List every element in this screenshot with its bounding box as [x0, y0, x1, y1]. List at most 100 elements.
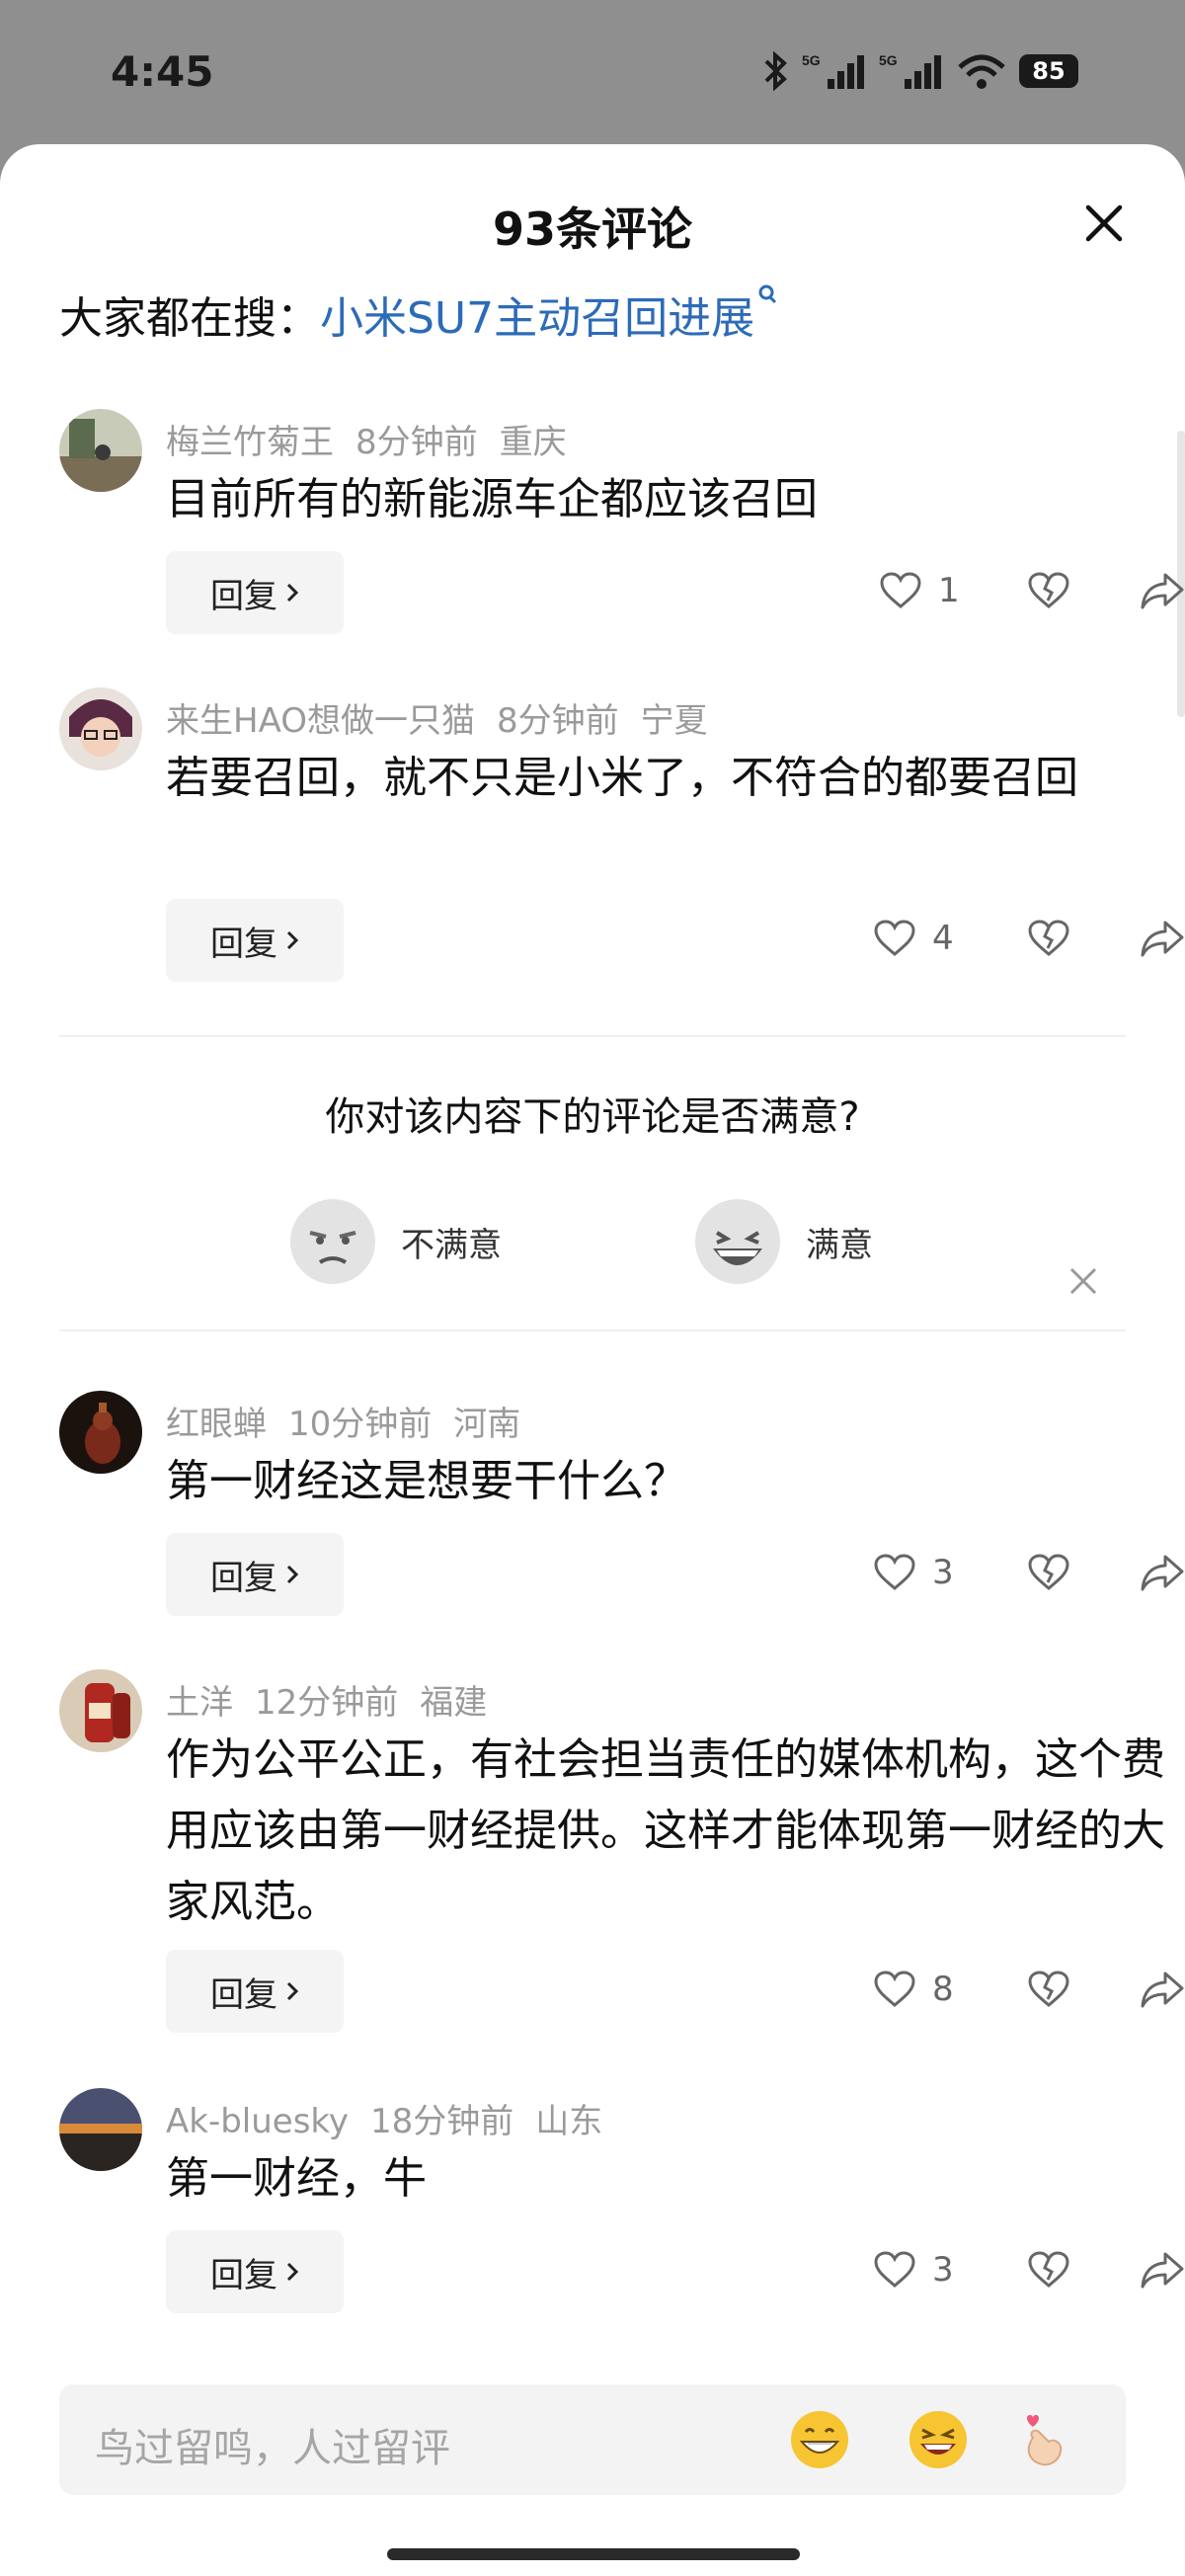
chevron-right-icon: [286, 930, 299, 950]
like-button[interactable]: 8: [873, 1970, 954, 2009]
username[interactable]: 来生HAO想做一只猫: [166, 701, 475, 741]
share-icon[interactable]: [1140, 919, 1185, 958]
broken-heart-icon[interactable]: [1027, 571, 1070, 610]
username[interactable]: 土洋: [166, 1683, 233, 1723]
reply-button[interactable]: 回复: [166, 1533, 344, 1616]
laughing-emoji-icon[interactable]: [907, 2408, 970, 2471]
svg-text:5G: 5G: [879, 52, 898, 68]
status-time: 4:45: [111, 47, 214, 96]
comment-actions: 回复 4: [166, 899, 1185, 982]
home-indicator[interactable]: [387, 2548, 800, 2560]
divider: [59, 1035, 1126, 1037]
avatar[interactable]: [59, 409, 142, 492]
comment-location: 宁夏: [640, 701, 708, 741]
comment-input[interactable]: 鸟过留鸣，人过留评: [59, 2384, 1126, 2495]
like-button[interactable]: 3: [873, 2250, 954, 2290]
comment-location: 河南: [453, 1405, 521, 1444]
close-survey-icon[interactable]: [1066, 1264, 1100, 1298]
share-icon[interactable]: [1140, 571, 1185, 610]
comment-text: 若要召回，就不只是小米了，不符合的都要召回: [166, 753, 1078, 803]
reply-button[interactable]: 回复: [166, 899, 344, 982]
comment-actions: 回复 1: [166, 551, 1185, 634]
comment-time: 18分钟前: [370, 2102, 514, 2141]
username[interactable]: 梅兰竹菊王: [166, 423, 334, 462]
comment-location: 福建: [420, 1683, 488, 1723]
comment-meta: 梅兰竹菊王 8分钟前 重庆: [166, 415, 589, 463]
share-icon[interactable]: [1140, 2250, 1185, 2290]
grin-emoji-icon[interactable]: [788, 2408, 851, 2471]
comment-text: 作为公平公正，有社会担当责任的媒体机构，这个费用应该由第一财经提供。这样才能体现…: [166, 1734, 1165, 1927]
like-count: 3: [932, 2250, 954, 2290]
trending-search: 大家都在搜：小米SU7主动召回进展: [59, 282, 780, 346]
avatar[interactable]: [59, 1669, 142, 1752]
cellular-signal-2-icon: 5G: [879, 52, 941, 89]
comment-actions: 回复 8: [166, 1950, 1185, 2033]
battery-indicator: 85: [1019, 54, 1078, 88]
like-count: 4: [932, 919, 954, 958]
survey-option-satisfied[interactable]: 满意: [693, 1197, 873, 1286]
comment-meta: 土洋 12分钟前 福建: [166, 1675, 509, 1724]
comment-meta: 红眼蝉 10分钟前 河南: [166, 1397, 542, 1445]
trending-search-link[interactable]: 小米SU7主动召回进展: [320, 284, 780, 344]
broken-heart-icon[interactable]: [1027, 1970, 1070, 2009]
close-icon[interactable]: [1082, 201, 1126, 245]
heart-icon: [874, 920, 915, 956]
search-icon: [758, 284, 777, 304]
comment-sheet: 93条评论 大家都在搜：小米SU7主动召回进展 梅兰竹菊王 8分钟前 重庆 目前所有…: [0, 144, 1185, 2576]
chevron-right-icon: [286, 583, 299, 603]
like-count: 8: [932, 1970, 954, 2009]
like-count: 3: [932, 1553, 954, 1592]
like-button[interactable]: 3: [873, 1553, 954, 1592]
chevron-right-icon: [286, 2262, 299, 2282]
chevron-right-icon: [286, 1565, 299, 1584]
like-count: 1: [938, 571, 960, 610]
username[interactable]: 红眼蝉: [166, 1405, 267, 1444]
wifi-icon: [958, 54, 1005, 89]
cellular-signal-icon: 5G: [802, 52, 864, 89]
broken-heart-icon[interactable]: [1027, 1553, 1070, 1592]
heart-icon: [874, 1971, 915, 2007]
unamused-face-icon: [290, 1199, 375, 1284]
heart-icon: [880, 572, 921, 608]
reply-button[interactable]: 回复: [166, 1950, 344, 2033]
comment-time: 12分钟前: [255, 1683, 399, 1723]
heart-icon: [874, 2251, 915, 2288]
bluetooth-icon: [764, 51, 787, 91]
survey-question: 你对该内容下的评论是否满意?: [325, 1094, 860, 1140]
reply-button[interactable]: 回复: [166, 551, 344, 634]
username[interactable]: Ak-bluesky: [166, 2102, 349, 2141]
share-icon[interactable]: [1140, 1970, 1185, 2009]
svg-text:5G: 5G: [802, 52, 821, 68]
comment-time: 8分钟前: [356, 423, 478, 462]
avatar[interactable]: [59, 1391, 142, 1474]
comment-text: 第一财经，牛: [166, 2153, 427, 2204]
comment-location: 山东: [535, 2102, 603, 2141]
chevron-right-icon: [286, 1981, 299, 2001]
comment-text: 目前所有的新能源车企都应该召回: [166, 474, 818, 524]
trending-search-label: 大家都在搜：: [59, 293, 320, 344]
avatar[interactable]: [59, 687, 142, 770]
comment-item: 土洋 12分钟前 福建 作为公平公正，有社会担当责任的媒体机构，这个费用应该由第一财…: [59, 1669, 1184, 2035]
reply-button[interactable]: 回复: [166, 2230, 344, 2313]
comment-input-placeholder: 鸟过留鸣，人过留评: [95, 2426, 450, 2471]
survey-option-unsatisfied[interactable]: 不满意: [288, 1197, 502, 1286]
heart-icon: [874, 1554, 915, 1590]
share-icon[interactable]: [1140, 1553, 1185, 1592]
comment-location: 重庆: [499, 423, 567, 462]
finger-heart-emoji-icon[interactable]: [1011, 2408, 1074, 2471]
broken-heart-icon[interactable]: [1027, 2250, 1070, 2290]
grinning-face-icon: [695, 1199, 780, 1284]
comment-actions: 回复 3: [166, 2230, 1185, 2313]
status-icons: 5G 5G 85: [762, 51, 1078, 91]
comment-item: Ak-bluesky 18分钟前 山东 第一财经，牛 回复 3: [59, 2088, 1184, 2325]
avatar[interactable]: [59, 2088, 142, 2171]
comment-count-title: 93条评论: [492, 202, 692, 256]
broken-heart-icon[interactable]: [1027, 919, 1070, 958]
comment-item: 来生HAO想做一只猫 8分钟前 宁夏 若要召回，就不只是小米了，不符合的都要召回 回…: [59, 687, 1184, 984]
comment-meta: Ak-bluesky 18分钟前 山东: [166, 2094, 624, 2142]
like-button[interactable]: 1: [879, 571, 960, 610]
status-bar: 4:45 5G 5G 85: [0, 0, 1185, 148]
like-button[interactable]: 4: [873, 919, 954, 958]
comment-actions: 回复 3: [166, 1533, 1185, 1616]
comment-time: 8分钟前: [497, 701, 619, 741]
